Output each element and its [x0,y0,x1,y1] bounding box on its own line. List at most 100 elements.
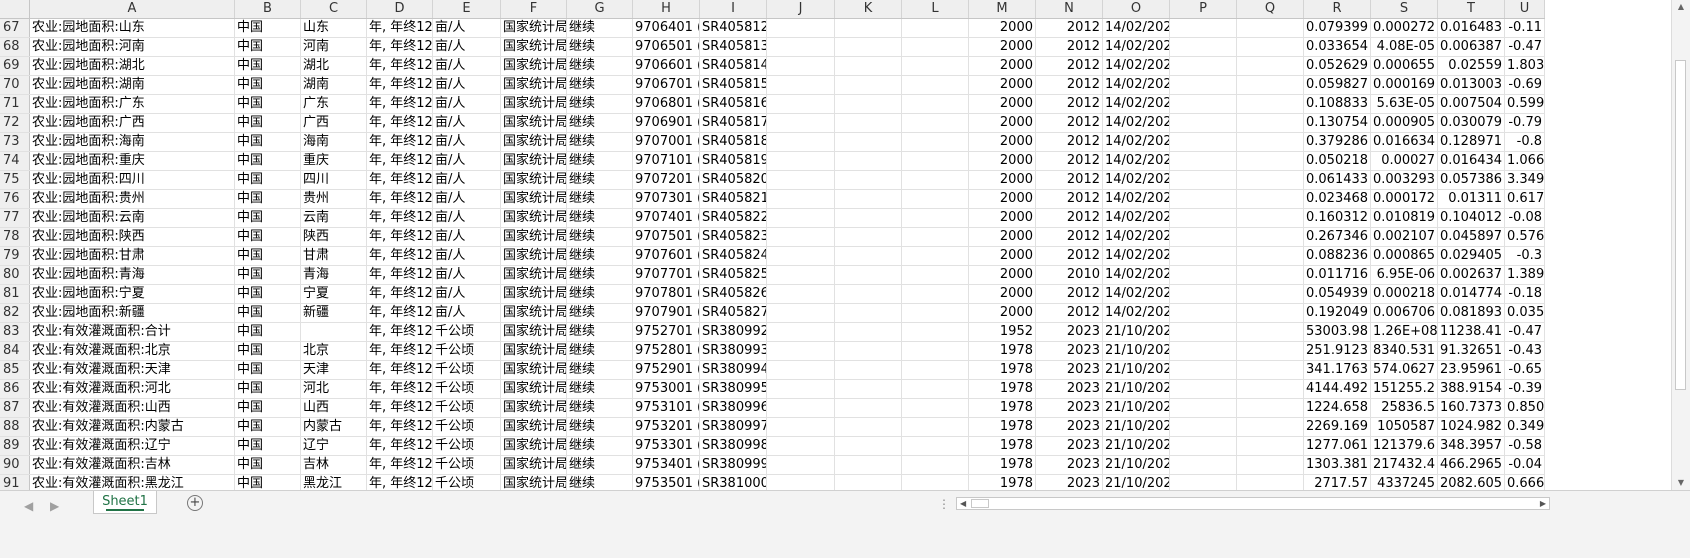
cell-u[interactable]: 0.576 [1505,228,1545,246]
cell-j[interactable] [767,285,835,303]
row-header[interactable]: 75 [0,171,30,189]
column-header-l[interactable]: L [902,0,969,18]
cell-u[interactable]: 1.389 [1505,266,1545,284]
cell-d[interactable]: 年, 年终12 [367,342,433,360]
cell-m[interactable]: 2000 [969,228,1036,246]
cell-d[interactable]: 年, 年终12 [367,456,433,474]
cell-m[interactable]: 2000 [969,285,1036,303]
cell-s[interactable]: 0.002107 [1371,228,1438,246]
cell-u[interactable]: -0.08 [1505,209,1545,227]
cell-m[interactable]: 2000 [969,114,1036,132]
cell-g[interactable]: 继续 [567,171,633,189]
cell-t[interactable]: 0.104012 [1438,209,1505,227]
cell-o[interactable]: 21/10/2024 [1103,323,1170,341]
cell-s[interactable]: 217432.4 [1371,456,1438,474]
cell-k[interactable] [835,266,902,284]
cell-t[interactable]: 0.013003 [1438,76,1505,94]
cell-f[interactable]: 国家统计局 [501,228,567,246]
cell-n[interactable]: 2012 [1036,190,1103,208]
column-header-u[interactable]: U [1505,0,1545,18]
cell-d[interactable]: 年, 年终12 [367,380,433,398]
cell-m[interactable]: 1978 [969,380,1036,398]
cell-i[interactable]: SR405813 [700,38,767,56]
cell-k[interactable] [835,57,902,75]
cell-r[interactable]: 251.9123 [1304,342,1371,360]
cell-d[interactable]: 年, 年终12 [367,323,433,341]
cell-r[interactable]: 0.108833 [1304,95,1371,113]
cell-l[interactable] [902,266,969,284]
cell-a[interactable]: 农业:园地面积:广东 [30,95,235,113]
cell-j[interactable] [767,247,835,265]
cell-s[interactable]: 121379.6 [1371,437,1438,455]
cell-n[interactable]: 2012 [1036,285,1103,303]
cell-l[interactable] [902,228,969,246]
cell-j[interactable] [767,380,835,398]
cell-i[interactable]: SR405822 [700,209,767,227]
cell-k[interactable] [835,171,902,189]
cell-a[interactable]: 农业:有效灌溉面积:辽宁 [30,437,235,455]
cell-b[interactable]: 中国 [235,456,301,474]
cell-l[interactable] [902,342,969,360]
cell-i[interactable]: SR380995 [700,380,767,398]
cell-g[interactable]: 继续 [567,323,633,341]
row-header[interactable]: 77 [0,209,30,227]
cell-a[interactable]: 农业:园地面积:贵州 [30,190,235,208]
cell-g[interactable]: 继续 [567,152,633,170]
cell-c[interactable]: 山西 [301,399,367,417]
cell-c[interactable]: 贵州 [301,190,367,208]
cell-q[interactable] [1237,152,1304,170]
cell-g[interactable]: 继续 [567,19,633,37]
cell-e[interactable]: 千公顷 [433,380,501,398]
row-header[interactable]: 69 [0,57,30,75]
cell-g[interactable]: 继续 [567,285,633,303]
cell-k[interactable] [835,342,902,360]
cell-k[interactable] [835,456,902,474]
cell-a[interactable]: 农业:园地面积:新疆 [30,304,235,322]
cell-l[interactable] [902,456,969,474]
cell-m[interactable]: 1978 [969,437,1036,455]
cell-m[interactable]: 1978 [969,418,1036,436]
cell-u[interactable]: -0.69 [1505,76,1545,94]
column-header-s[interactable]: S [1371,0,1438,18]
cell-g[interactable]: 继续 [567,399,633,417]
cell-i[interactable]: SR405817 [700,114,767,132]
cell-m[interactable]: 1978 [969,361,1036,379]
cell-p[interactable] [1170,171,1237,189]
cell-i[interactable]: SR380998 [700,437,767,455]
cell-l[interactable] [902,323,969,341]
cell-i[interactable]: SR405818 [700,133,767,151]
cell-f[interactable]: 国家统计局 [501,95,567,113]
cell-p[interactable] [1170,399,1237,417]
cell-m[interactable]: 2000 [969,19,1036,37]
cell-o[interactable]: 14/02/2025 [1103,133,1170,151]
cell-m[interactable]: 1978 [969,399,1036,417]
cell-k[interactable] [835,76,902,94]
cell-r[interactable]: 53003.98 [1304,323,1371,341]
cell-f[interactable]: 国家统计局 [501,437,567,455]
cell-u[interactable]: 0.599 [1505,95,1545,113]
cell-a[interactable]: 农业:有效灌溉面积:北京 [30,342,235,360]
column-header-k[interactable]: K [835,0,902,18]
cell-g[interactable]: 继续 [567,361,633,379]
cell-c[interactable]: 宁夏 [301,285,367,303]
row-header[interactable]: 88 [0,418,30,436]
cell-p[interactable] [1170,437,1237,455]
cell-e[interactable]: 亩/人 [433,171,501,189]
cell-c[interactable]: 湖南 [301,76,367,94]
cell-o[interactable]: 21/10/2024 [1103,380,1170,398]
cell-q[interactable] [1237,95,1304,113]
split-handle-icon[interactable]: ⋮ [938,497,950,511]
cell-s[interactable]: 1050587 [1371,418,1438,436]
cell-c[interactable]: 陕西 [301,228,367,246]
sheet-tab-sheet1[interactable]: Sheet1 [93,491,157,514]
cell-a[interactable]: 农业:园地面积:青海 [30,266,235,284]
cell-a[interactable]: 农业:园地面积:广西 [30,114,235,132]
next-sheet-icon[interactable]: ▶ [50,499,59,513]
add-sheet-icon[interactable]: + [187,495,203,511]
cell-j[interactable] [767,19,835,37]
prev-sheet-icon[interactable]: ◀ [24,499,33,513]
cell-f[interactable]: 国家统计局 [501,209,567,227]
cell-p[interactable] [1170,418,1237,436]
cell-p[interactable] [1170,323,1237,341]
cell-l[interactable] [902,76,969,94]
